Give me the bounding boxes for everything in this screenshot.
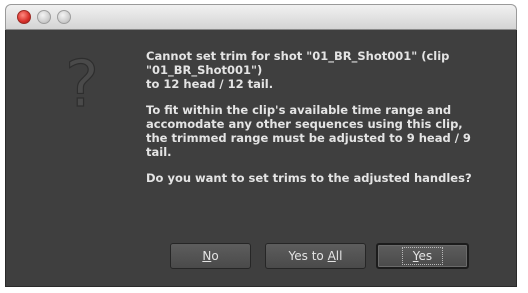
close-window-button[interactable] <box>17 10 31 24</box>
yes-button[interactable]: Yes <box>376 243 469 269</box>
no-mnemonic: N <box>202 249 212 263</box>
yes-to-all-button[interactable]: Yes to All <box>265 243 366 269</box>
yes-label-rest: es <box>418 249 433 263</box>
yes-button-focus-ring: Yes <box>401 247 444 265</box>
message-paragraph-2: To fit within the clip's available time … <box>146 103 494 159</box>
message-line: Cannot set trim for shot "01_BR_Shot001"… <box>146 49 450 63</box>
no-label-rest: o <box>211 249 219 263</box>
dialog-message: Cannot set trim for shot "01_BR_Shot001"… <box>146 49 494 197</box>
message-line: "01_BR_Shot001") <box>146 63 263 77</box>
message-line: the trimmed range must be adjusted to 9 … <box>146 131 471 145</box>
minimize-window-button[interactable] <box>37 10 51 24</box>
question-mark-icon: ? <box>64 48 99 118</box>
message-line: To fit within the clip's available time … <box>146 103 452 117</box>
yes-to-all-label-prefix: Yes to <box>288 249 328 263</box>
dialog-window: ? Cannot set trim for shot "01_BR_Shot00… <box>0 0 528 293</box>
svg-text:?: ? <box>65 48 99 118</box>
message-question: Do you want to set trims to the adjusted… <box>146 171 494 185</box>
yes-to-all-label-rest: ll <box>335 249 343 263</box>
message-line: accomodate any other sequences using thi… <box>146 117 463 131</box>
message-line: to 12 head / 12 tail. <box>146 77 274 91</box>
message-line: Do you want to set trims to the adjusted… <box>146 171 472 185</box>
yes-to-all-mnemonic: A <box>327 249 336 263</box>
title-bar <box>5 4 517 30</box>
dialog-body: ? Cannot set trim for shot "01_BR_Shot00… <box>5 30 517 287</box>
no-button[interactable]: No <box>170 243 251 269</box>
zoom-window-button[interactable] <box>57 10 71 24</box>
message-line: tail. <box>146 145 172 159</box>
message-paragraph-1: Cannot set trim for shot "01_BR_Shot001"… <box>146 49 494 91</box>
